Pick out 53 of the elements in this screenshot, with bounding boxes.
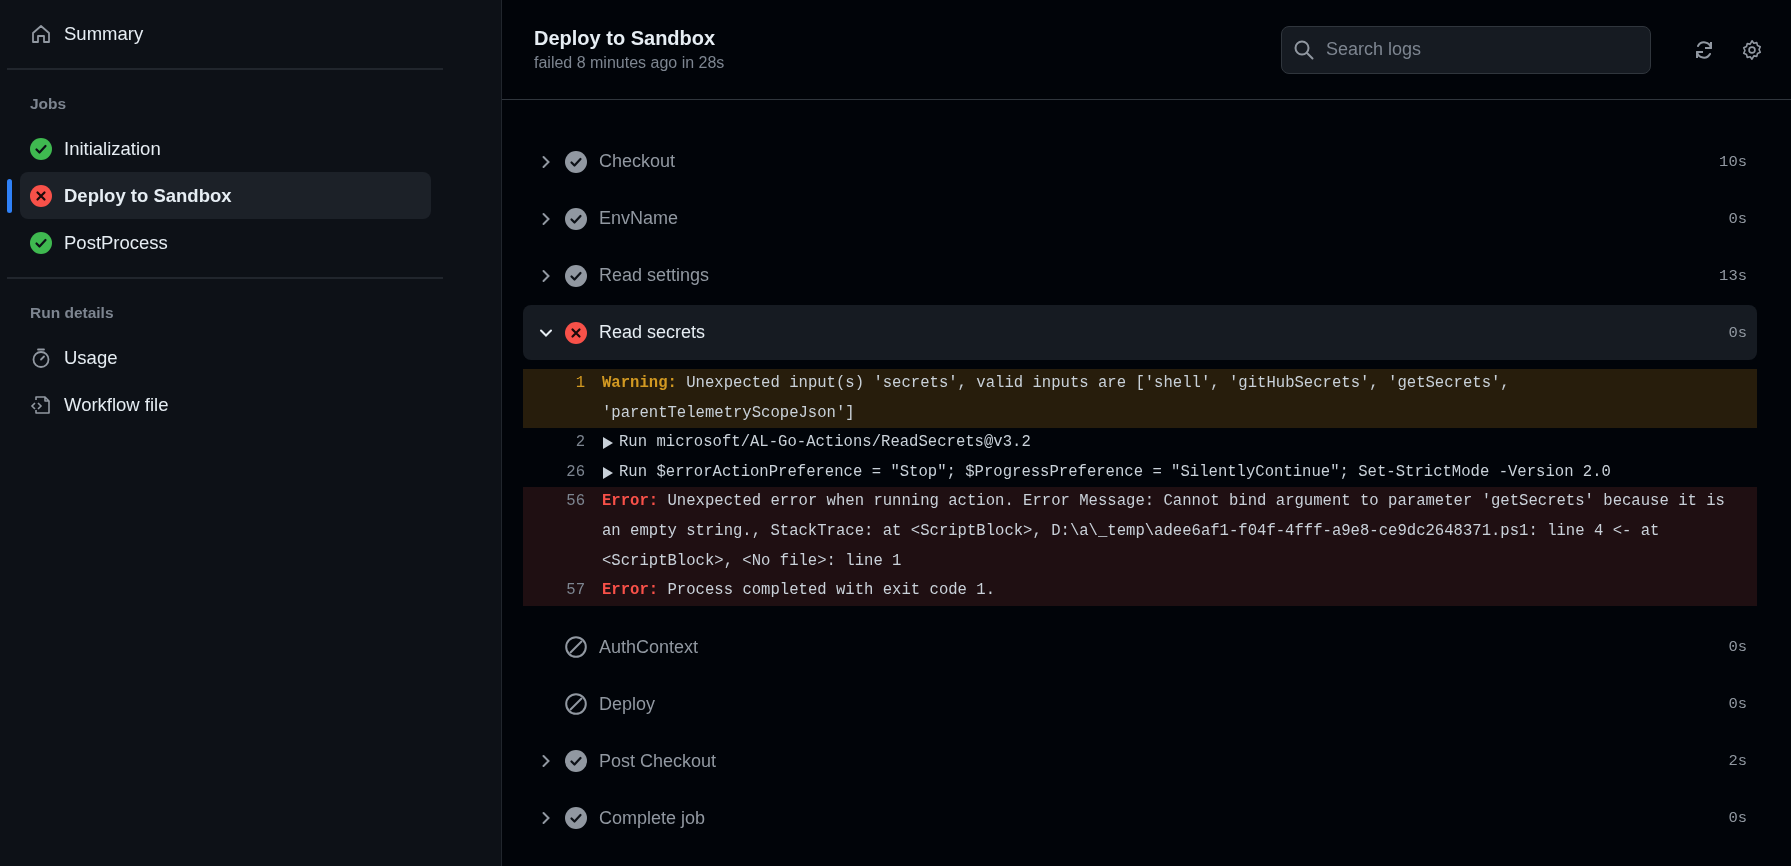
step-row[interactable]: AuthContext 0s [523,619,1757,675]
step-duration: 0s [1728,809,1747,828]
run-details-heading: Run details [29,303,115,323]
step-name: EnvName [599,208,680,229]
line-number: 56 [565,491,585,513]
step-row[interactable]: Read secrets 0s [523,305,1757,360]
code-file-icon [30,393,52,416]
step-duration: 0s [1728,209,1747,228]
line-number: 1 [574,373,585,394]
refresh-icon [1693,38,1715,61]
step-name: Read secrets [599,322,707,343]
search-icon [1293,38,1315,61]
step-duration: 0s [1728,638,1747,657]
step-duration: 2s [1728,752,1747,771]
step-name: Read settings [599,265,711,286]
log-message: Error: Process completed with exit code 1. [602,580,996,602]
step-name: Complete job [599,807,707,829]
run-detail-link[interactable]: Workflow file [20,381,431,428]
selection-indicator [7,179,12,213]
log-message: Run $errorActionPreference = "Stop"; $ProgressPreference = "SilentlyContinue"; Set-StrictMode -Version 2.0 [619,461,1611,483]
step-duration: 0s [1728,323,1747,342]
jobs-heading: Jobs [29,94,68,114]
search-field[interactable]: Search logs [1281,25,1651,74]
stopwatch-icon [30,346,52,369]
step-duration: 0s [1728,695,1747,714]
job-item[interactable]: PostProcess [20,219,431,266]
step-row[interactable]: Complete job 0s [523,790,1757,846]
step-name: Deploy [599,693,657,715]
step-row[interactable]: Read settings 13s [523,248,1757,303]
step-name: AuthContext [599,636,700,658]
run-detail-link[interactable]: Usage [20,334,431,381]
log-message: Run microsoft/AL-Go-Actions/ReadSecrets@v3.2 [619,432,1031,454]
job-status-text: failed 8 minutes ago in 28s [534,54,726,72]
step-row[interactable]: EnvName 0s [523,191,1757,246]
log-message: Error: Unexpected error when running action. Error Message: Cannot bind argument to parameter 'getSecrets' because it is an empty string., StackTrace: at <ScriptBlock>, D:\a\_temp\adee6af1-f04f-4fff-a9e8-ce9dc2648371.ps1: line 4 <- at <ScriptBlock>, <No file>: line 1 [602,491,1726,572]
home-icon [30,22,52,45]
step-row[interactable]: Deploy 0s [523,676,1757,732]
step-row[interactable]: Post Checkout 2s [523,733,1757,789]
step-duration: 10s [1719,152,1747,171]
job-title: Deploy to Sandbox [534,27,717,50]
step-row[interactable]: Checkout 10s [523,134,1757,189]
log-message: Warning: Unexpected input(s) 'secrets', valid inputs are ['shell', 'gitHubSecrets', 'getSecrets', 'parentTelemetryScopeJson'] [602,373,1511,424]
expand-triangle-icon[interactable] [602,466,614,479]
expand-triangle-icon[interactable] [602,437,614,450]
job-item[interactable]: Initialization [20,125,431,172]
line-number: 57 [565,580,585,602]
summary-link[interactable]: Summary [20,10,431,57]
line-number: 2 [574,432,585,454]
step-name: Checkout [599,151,677,172]
step-duration: 13s [1719,266,1747,285]
step-name: Post Checkout [599,750,718,772]
gear-icon [1741,38,1763,61]
line-number: 26 [565,461,585,483]
